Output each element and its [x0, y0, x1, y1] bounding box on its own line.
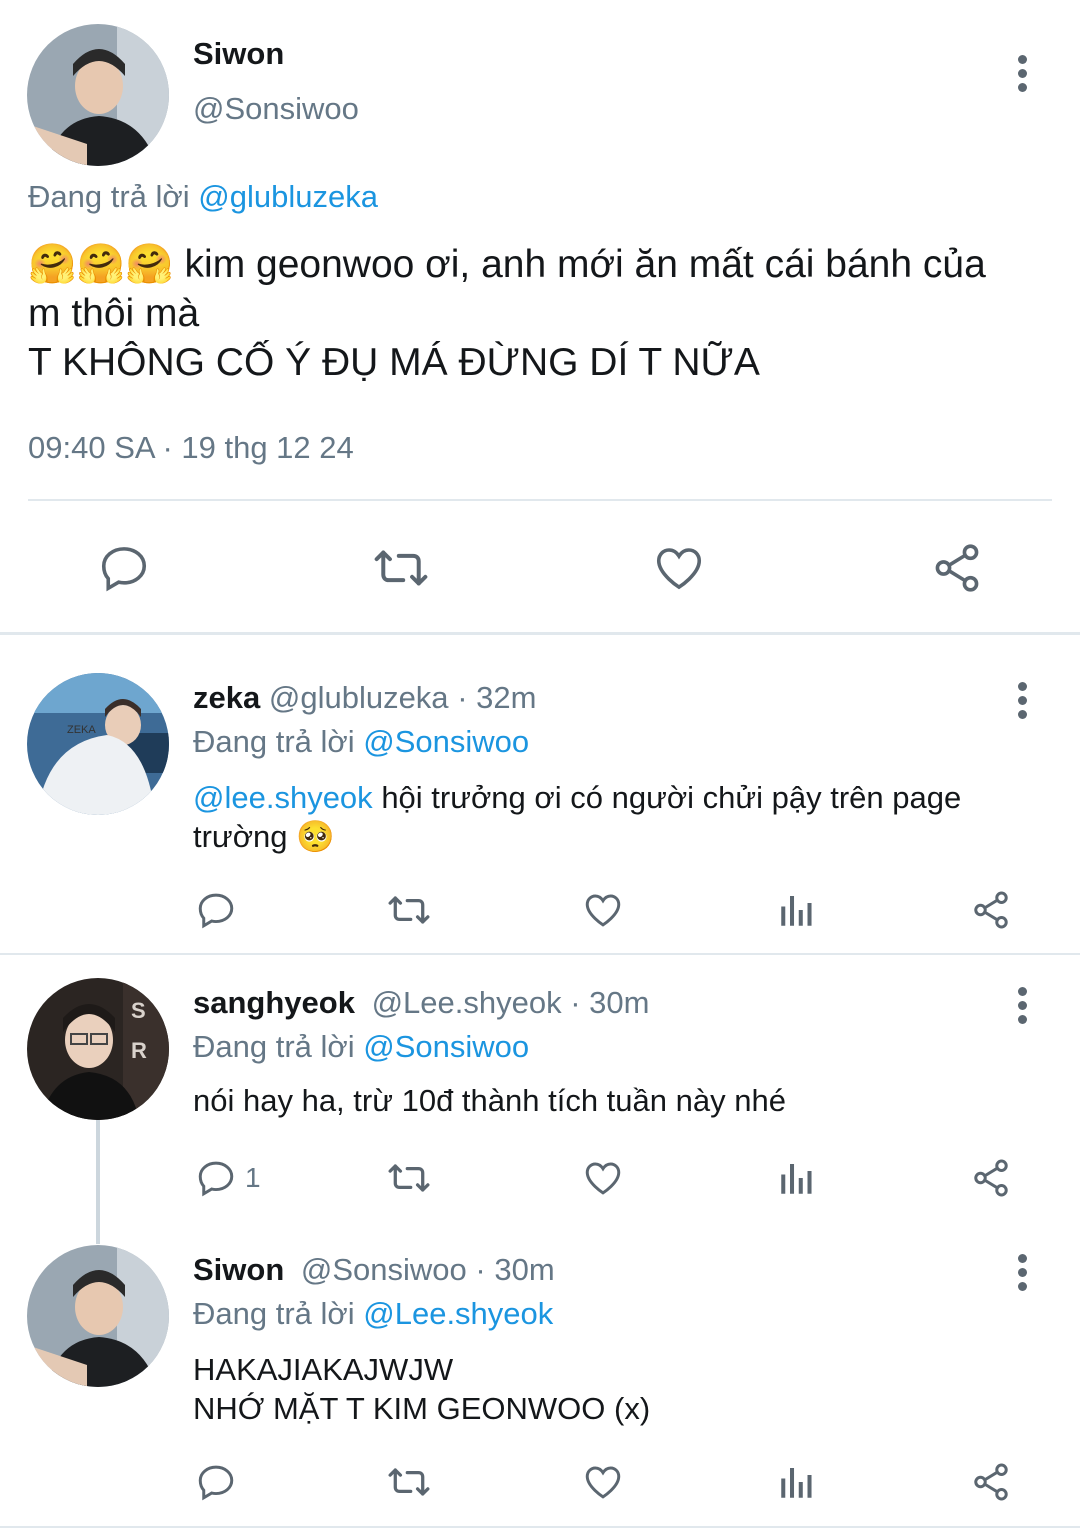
like-icon[interactable]	[652, 541, 706, 595]
svg-text:R: R	[131, 1038, 147, 1063]
reply-icon[interactable]	[195, 1157, 237, 1199]
reply-context: Đang trả lời @Sonsiwoo	[193, 724, 529, 760]
retweet-icon[interactable]	[385, 1157, 433, 1199]
reply-icon[interactable]	[97, 541, 151, 595]
more-options-icon[interactable]	[1016, 987, 1028, 1029]
tweet-text: 🤗🤗🤗 kim geonwoo ơi, anh mới ăn mất cái b…	[28, 240, 986, 387]
tweet-time: · 30m	[475, 1252, 555, 1287]
thread-line	[96, 1120, 100, 1244]
share-icon[interactable]	[970, 1157, 1012, 1199]
tweet-time: · 30m	[570, 985, 650, 1020]
tweet-text: HAKAJIAKAJWJW NHỚ MẶT T KIM GEONWOO (x)	[193, 1350, 650, 1428]
tweet-text-line: trường 🥺	[193, 819, 335, 854]
share-icon[interactable]	[970, 1461, 1012, 1503]
avatar[interactable]: S R	[27, 978, 169, 1120]
reply-context: Đang trả lời @Lee.shyeok	[193, 1296, 553, 1332]
reply-to-link[interactable]: @Sonsiwoo	[363, 1029, 529, 1064]
reply-prefix: Đang trả lời	[193, 1296, 355, 1331]
author-handle[interactable]: @Sonsiwoo	[301, 1252, 467, 1287]
tweet-time: · 32m	[457, 680, 537, 715]
reply-prefix: Đang trả lời	[193, 724, 355, 759]
avatar[interactable]: ZEKA	[27, 673, 169, 815]
tweet-text-line: hội trưởng ơi có người chửi pậy trên pag…	[381, 780, 962, 815]
hugging-face-emoji: 🤗🤗🤗	[28, 243, 174, 286]
analytics-icon[interactable]	[776, 889, 818, 931]
more-options-icon[interactable]	[1016, 682, 1028, 724]
reply-header: zeka @glubluzeka · 32m	[193, 680, 536, 716]
author-display-name[interactable]: zeka	[193, 680, 260, 715]
retweet-icon[interactable]	[385, 889, 433, 931]
author-display-name[interactable]: Siwon	[193, 1252, 284, 1287]
reply-count: 1	[245, 1162, 261, 1193]
author-display-name[interactable]: Siwon	[193, 36, 284, 72]
tweet-text-line: kim geonwoo ơi, anh mới ăn mất cái bánh …	[184, 243, 986, 286]
tweet-text-line: NHỚ MẶT T KIM GEONWOO (x)	[193, 1391, 651, 1426]
share-icon[interactable]	[930, 541, 984, 595]
like-icon[interactable]	[582, 889, 624, 931]
analytics-icon[interactable]	[776, 1461, 818, 1503]
tweet-text-line: T KHÔNG CỐ Ý ĐỤ MÁ ĐỪNG DÍ T NỮA	[28, 341, 760, 384]
reply-header: sanghyeok @Lee.shyeok · 30m	[193, 985, 649, 1021]
reply-icon[interactable]	[195, 889, 237, 931]
retweet-icon[interactable]	[370, 541, 432, 595]
svg-text:S: S	[131, 998, 146, 1023]
author-handle[interactable]: @Sonsiwoo	[193, 91, 359, 127]
reply-prefix: Đang trả lời	[28, 179, 190, 214]
mention-link[interactable]: @lee.shyeok	[193, 780, 373, 815]
tweet-timestamp[interactable]: 09:40 SA · 19 thg 12 24	[28, 430, 354, 466]
analytics-icon[interactable]	[776, 1157, 818, 1199]
reply-prefix: Đang trả lời	[193, 1029, 355, 1064]
avatar[interactable]	[27, 1245, 169, 1387]
section-divider	[0, 1526, 1080, 1528]
reply-icon[interactable]	[195, 1461, 237, 1503]
author-handle[interactable]: @Lee.shyeok	[372, 985, 562, 1020]
share-icon[interactable]	[970, 889, 1012, 931]
section-divider	[0, 632, 1080, 635]
tweet-text-line: m thôi mà	[28, 292, 200, 335]
like-icon[interactable]	[582, 1157, 624, 1199]
author-handle[interactable]: @glubluzeka	[269, 680, 449, 715]
svg-text:ZEKA: ZEKA	[67, 724, 96, 736]
tweet-text: @lee.shyeok hội trưởng ơi có người chửi …	[193, 778, 961, 856]
more-options-icon[interactable]	[1016, 1254, 1028, 1296]
section-divider	[0, 953, 1080, 955]
reply-context: Đang trả lời @glubluzeka	[28, 179, 378, 215]
author-display-name[interactable]: sanghyeok	[193, 985, 355, 1020]
reply-context: Đang trả lời @Sonsiwoo	[193, 1029, 529, 1065]
avatar[interactable]	[27, 24, 169, 166]
tweet-text-line: HAKAJIAKAJWJW	[193, 1352, 454, 1387]
reply-to-link[interactable]: @Sonsiwoo	[363, 724, 529, 759]
reply-header: Siwon @Sonsiwoo · 30m	[193, 1252, 555, 1288]
more-options-icon[interactable]	[1016, 55, 1028, 97]
retweet-icon[interactable]	[385, 1461, 433, 1503]
reply-to-link[interactable]: @glubluzeka	[198, 179, 378, 214]
reply-to-link[interactable]: @Lee.shyeok	[363, 1296, 553, 1331]
divider	[28, 499, 1052, 501]
tweet-text: nói hay ha, trừ 10đ thành tích tuần này …	[193, 1083, 786, 1118]
like-icon[interactable]	[582, 1461, 624, 1503]
